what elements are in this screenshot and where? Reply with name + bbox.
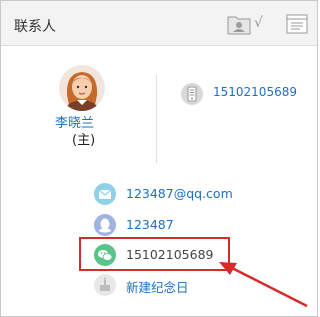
red-arrow-annotation — [219, 262, 308, 308]
